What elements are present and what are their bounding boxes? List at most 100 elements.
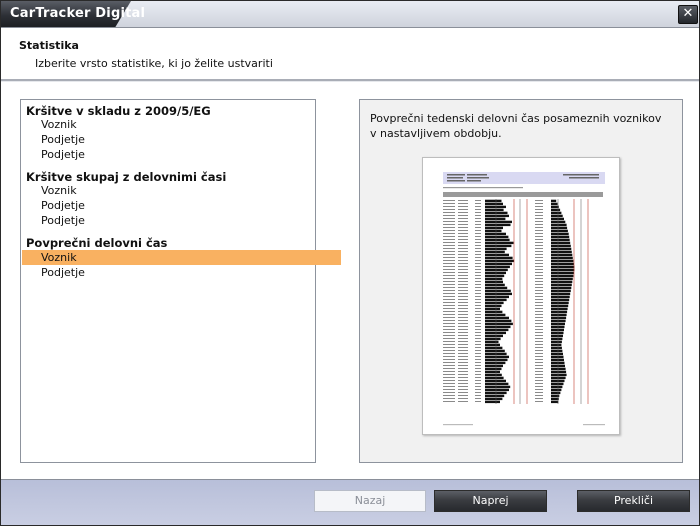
preview-row-label [443,275,455,276]
group-title-violations-worktime: Kršitve skupaj z delovnimi časi [26,170,227,184]
preview-row-label [458,236,468,237]
list-item-worktime-driver[interactable]: Voznik [22,183,341,198]
next-button[interactable]: Naprej [434,490,547,512]
preview-row-label [443,293,455,294]
preview-row-label [443,212,455,213]
preview-row-label [535,284,543,285]
preview-row-label [443,356,455,357]
preview-row-label [475,308,481,309]
close-button[interactable]: ✕ [678,5,698,24]
preview-row-label [535,200,543,201]
preview-row-label [458,329,468,330]
preview-row-label [475,383,481,384]
preview-row-label [443,287,455,288]
preview-row-label [458,293,468,294]
preview-row-label [535,254,543,255]
preview-bar-right [551,223,567,227]
preview-row-label [458,311,468,312]
preview-row-label [458,344,468,345]
preview-row-label [443,335,455,336]
preview-bar-right [551,400,559,404]
preview-row-label [535,293,543,294]
list-item-average-company[interactable]: Podjetje [22,265,341,280]
preview-bar-right [551,256,573,260]
preview-row-label [458,374,468,375]
list-item-worktime-company[interactable]: Podjetje [22,198,341,213]
preview-row-label [475,263,481,264]
preview-row-label [475,278,481,279]
preview-row-label [458,383,468,384]
preview-bar-right [551,313,567,317]
preview-row-label [535,332,543,333]
preview-row-label [475,305,481,306]
preview-bar-right [551,202,558,206]
preview-row-label [535,215,543,216]
preview-row-label [443,344,455,345]
preview-bar-right [551,316,567,320]
preview-bar-left [485,340,499,344]
preview-row-label [535,218,543,219]
list-item-violations-company-2[interactable]: Podjetje [22,147,341,162]
preview-row-label [475,218,481,219]
list-item-violations-company[interactable]: Podjetje [22,132,341,147]
preview-bar-left [485,289,511,293]
preview-row-label [475,338,481,339]
preview-row-label [475,341,481,342]
back-button[interactable]: Nazaj [314,490,426,512]
preview-bar-right [551,199,557,203]
preview-bar-right [551,328,564,332]
preview-row-label [475,209,481,210]
preview-row-label [535,389,543,390]
preview-bar-right [551,385,563,389]
preview-row-label [475,320,481,321]
preview-row-label [475,224,481,225]
preview-row-label [443,284,455,285]
preview-row-label [443,233,455,234]
preview-row-label [443,392,455,393]
preview-row-label [535,296,543,297]
preview-bar-right [551,307,568,311]
preview-bar-right [551,298,570,302]
preview-row-label [443,377,455,378]
preview-row-label [443,374,455,375]
preview-bar-right [551,334,563,338]
preview-bar-left [485,220,512,224]
preview-row-label [535,380,543,381]
preview-row-label [475,371,481,372]
preview-row-label [458,338,468,339]
preview-bar-right [551,241,571,245]
preview-row-label [535,350,543,351]
preview-row-label [535,275,543,276]
preview-row-label [458,350,468,351]
list-item-worktime-company-2[interactable]: Podjetje [22,213,341,228]
preview-row-label [443,272,455,273]
preview-bar-right [551,262,574,266]
preview-row-label [535,371,543,372]
preview-row-label [458,314,468,315]
preview-bar-right [551,274,574,278]
preview-row-label [443,269,455,270]
preview-bar-left [485,322,513,326]
preview-row-label [443,365,455,366]
preview-bar-left [485,346,503,350]
preview-row-label [443,323,455,324]
preview-row-label [475,350,481,351]
preview-bar-left [485,280,503,284]
preview-row-label [458,320,468,321]
preview-row-label [535,245,543,246]
preview-bar-left [485,343,500,347]
preview-row-label [475,398,481,399]
cancel-button[interactable]: Prekliči [577,490,690,512]
preview-bar-left [485,367,502,371]
list-item-violations-driver[interactable]: Voznik [22,117,341,132]
preview-row-label [458,227,468,228]
preview-row-label [443,296,455,297]
preview-row-label [458,281,468,282]
preview-row-label [458,212,468,213]
preview-bar-right [551,301,569,305]
preview-bar-left [485,373,502,377]
list-item-average-driver[interactable]: Voznik [22,250,341,265]
preview-row-label [475,386,481,387]
preview-row-label [535,209,543,210]
preview-row-label [535,398,543,399]
